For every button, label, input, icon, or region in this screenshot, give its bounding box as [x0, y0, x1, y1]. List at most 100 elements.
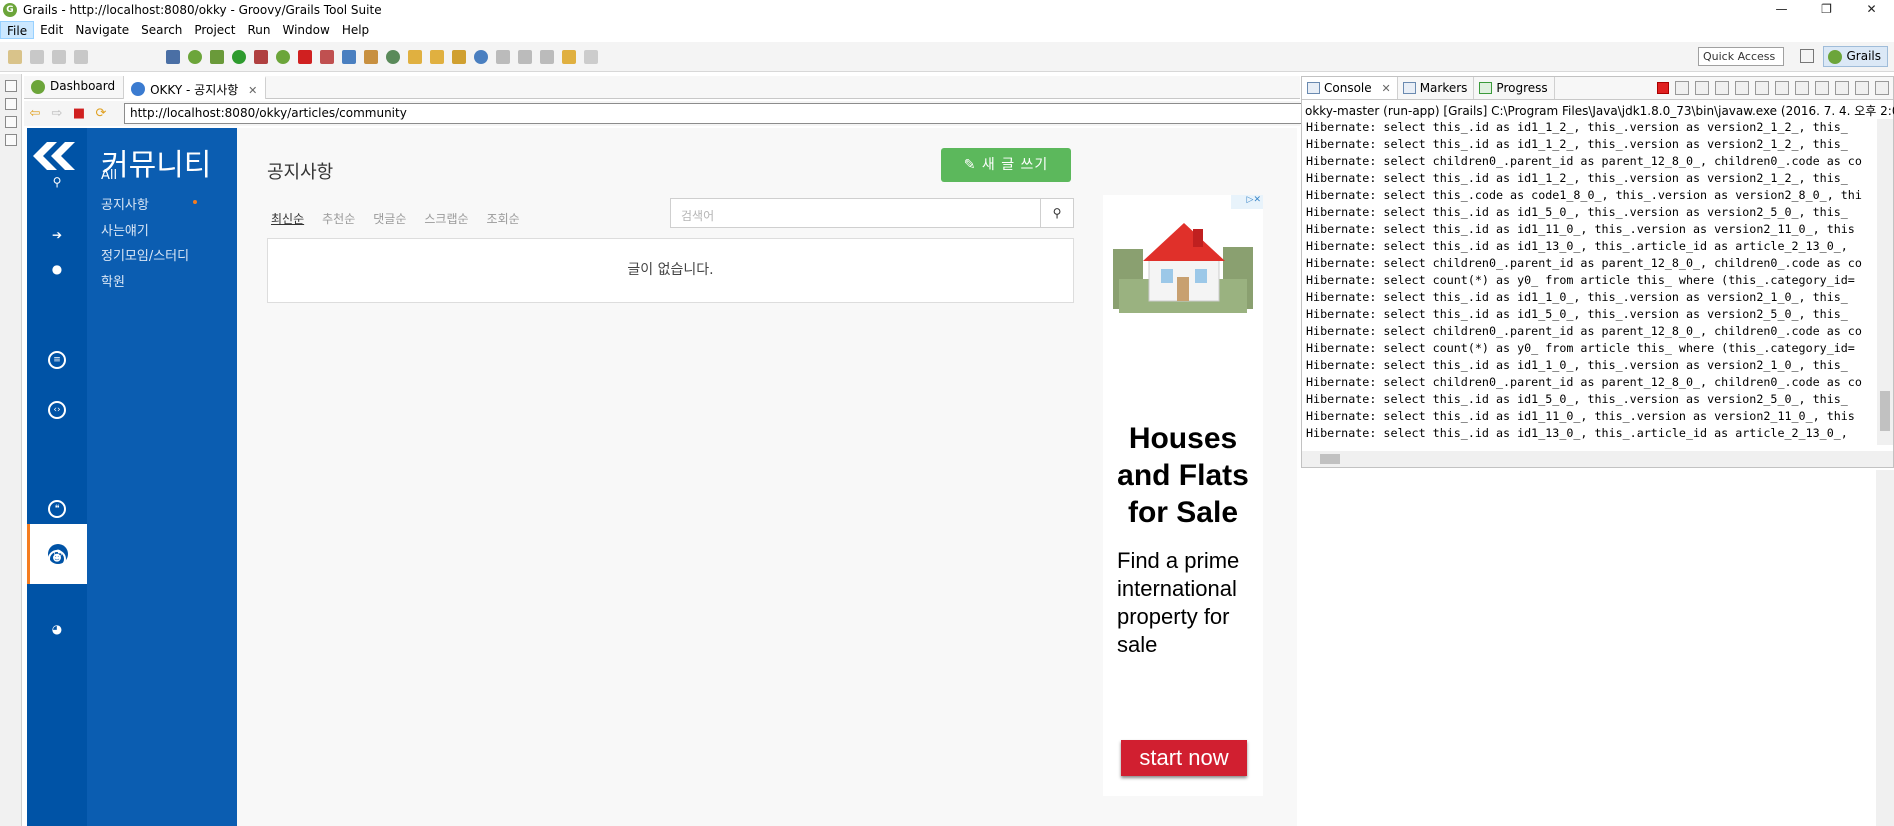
url-field[interactable]: http://localhost:8080/okky/articles/comm… — [124, 103, 1302, 124]
tab-okky[interactable]: OKKY - 공지사항 ✕ — [124, 76, 267, 99]
console-horizontal-scrollbar[interactable] — [1302, 451, 1893, 467]
post-search-input[interactable]: 검색어 ⚲ — [670, 198, 1074, 228]
search-icon[interactable]: ⚲ — [48, 173, 66, 191]
menu-edit[interactable]: Edit — [34, 21, 69, 39]
next-annotation-icon[interactable] — [496, 49, 510, 64]
sort-recommend[interactable]: 추천순 — [322, 210, 355, 227]
column-icon[interactable]: ❝ — [48, 500, 66, 518]
new-groovy-icon[interactable] — [386, 49, 400, 64]
new-icon[interactable] — [8, 49, 22, 64]
console-vertical-scrollbar[interactable] — [1877, 119, 1893, 445]
word-wrap-icon[interactable] — [1755, 81, 1769, 95]
tab-console[interactable]: Console ✕ — [1302, 77, 1398, 99]
open-console-icon[interactable] — [1855, 81, 1869, 95]
last-edit-icon[interactable] — [540, 49, 554, 64]
login-icon[interactable]: ➔ — [48, 226, 66, 244]
restore-button[interactable]: ❐ — [1804, 0, 1849, 19]
package-explorer-icon[interactable] — [5, 98, 17, 110]
open-perspective-icon[interactable] — [1800, 49, 1814, 63]
minimize-view-icon[interactable] — [1875, 81, 1889, 95]
tab-close-icon[interactable]: ✕ — [248, 84, 257, 97]
browser-stop-icon[interactable]: ■ — [71, 106, 87, 122]
sort-scraps[interactable]: 스크랩순 — [424, 210, 468, 227]
scrollbar-thumb[interactable] — [1880, 391, 1890, 431]
outline-icon[interactable] — [5, 134, 17, 146]
console-tab-close-icon[interactable]: ✕ — [1381, 82, 1390, 95]
remove-launch-icon[interactable] — [1675, 81, 1689, 95]
quick-access-field[interactable]: Quick Access — [1698, 47, 1784, 66]
subnav-item-all[interactable]: All — [101, 168, 117, 183]
ad-banner[interactable]: ▷✕ Houses and Flats for Sale Find a prim… — [1103, 195, 1263, 796]
github-icon[interactable]: ◕ — [48, 620, 66, 638]
subnav-item-meetup[interactable]: 정기모임/스터디 — [101, 245, 189, 264]
terminate-icon[interactable] — [1657, 82, 1669, 94]
sort-views[interactable]: 조회순 — [487, 210, 520, 227]
debug-icon[interactable] — [210, 49, 224, 64]
write-post-button[interactable]: ✎ 새 글 쓰기 — [941, 148, 1071, 182]
okky-logo[interactable] — [31, 136, 83, 176]
ad-choices-icon[interactable]: ▷✕ — [1231, 195, 1263, 209]
menu-project[interactable]: Project — [188, 21, 241, 39]
menu-run[interactable]: Run — [241, 21, 276, 39]
tab-markers[interactable]: Markers — [1398, 77, 1475, 99]
show-on-output-icon[interactable] — [1775, 81, 1789, 95]
show-on-error-icon[interactable] — [1795, 81, 1809, 95]
stop-server-icon[interactable] — [298, 49, 312, 64]
menu-file[interactable]: File — [0, 21, 35, 39]
previous-annotation-icon[interactable] — [518, 49, 532, 64]
house-money-image — [1113, 223, 1253, 313]
browser-back-icon[interactable]: ⇦ — [27, 106, 43, 122]
open-resource-icon[interactable] — [430, 49, 444, 64]
spring-icon[interactable] — [188, 49, 202, 64]
console-line: Hibernate: select this_.id as id1_1_2_, … — [1306, 137, 1848, 151]
grails-command-icon[interactable] — [276, 49, 290, 64]
web-browser-icon[interactable] — [474, 49, 488, 64]
search-tool-icon[interactable] — [452, 49, 466, 64]
clear-console-icon[interactable] — [1715, 81, 1729, 95]
console-output[interactable]: Hibernate: select this_.id as id1_1_2_, … — [1302, 119, 1877, 445]
subnav-item-notice[interactable]: 공지사항 — [101, 194, 149, 213]
grails-perspective-button[interactable]: Grails — [1823, 46, 1888, 67]
menu-window[interactable]: Window — [276, 21, 335, 39]
save-icon[interactable] — [30, 49, 44, 64]
back-icon[interactable] — [562, 49, 576, 64]
open-type-icon[interactable] — [408, 49, 422, 64]
tech-icon[interactable]: ‹› — [48, 401, 66, 419]
run-icon[interactable] — [232, 49, 246, 64]
skip-breakpoints-icon[interactable] — [166, 49, 180, 64]
tab-progress[interactable]: Progress — [1474, 77, 1555, 99]
new-class-icon[interactable] — [364, 49, 378, 64]
deploy-icon[interactable] — [320, 49, 334, 64]
external-tools-icon[interactable] — [254, 49, 268, 64]
tab-console-label: Console — [1324, 81, 1372, 95]
subnav-item-life[interactable]: 사는얘기 — [101, 220, 149, 239]
forward-icon[interactable] — [584, 49, 598, 64]
subnav-item-academy[interactable]: 학원 — [101, 271, 125, 290]
menu-help[interactable]: Help — [336, 21, 375, 39]
search-button-icon[interactable]: ⚲ — [1040, 199, 1073, 227]
remove-all-icon[interactable] — [1695, 81, 1709, 95]
menu-search[interactable]: Search — [135, 21, 188, 39]
browser-forward-icon[interactable]: ⇨ — [49, 106, 65, 122]
page-vertical-scrollbar[interactable] — [1876, 470, 1894, 826]
pin-console-icon[interactable] — [1815, 81, 1829, 95]
ad-start-now-button[interactable]: start now — [1121, 740, 1247, 776]
sort-latest[interactable]: 최신순 — [271, 210, 304, 227]
close-window-button[interactable]: ✕ — [1849, 0, 1894, 19]
minimize-button[interactable]: — — [1759, 0, 1804, 19]
menu-navigate[interactable]: Navigate — [69, 21, 135, 39]
display-console-icon[interactable] — [1835, 81, 1849, 95]
scrollbar-thumb[interactable] — [1320, 454, 1340, 464]
user-icon[interactable]: ● — [48, 260, 66, 278]
tab-dashboard[interactable]: Dashboard — [24, 76, 125, 99]
save-all-icon[interactable] — [52, 49, 66, 64]
scroll-lock-icon[interactable] — [1735, 81, 1749, 95]
restore-view-icon[interactable] — [5, 80, 17, 92]
jobs-icon[interactable]: ☻ — [48, 550, 66, 568]
browser-refresh-icon[interactable]: ⟳ — [93, 106, 109, 122]
qna-icon[interactable]: ≡ — [48, 351, 66, 369]
new-package-icon[interactable] — [342, 49, 356, 64]
print-icon[interactable] — [74, 49, 88, 64]
sort-comments[interactable]: 댓글순 — [373, 210, 406, 227]
minimized-view-icon[interactable] — [5, 116, 17, 128]
